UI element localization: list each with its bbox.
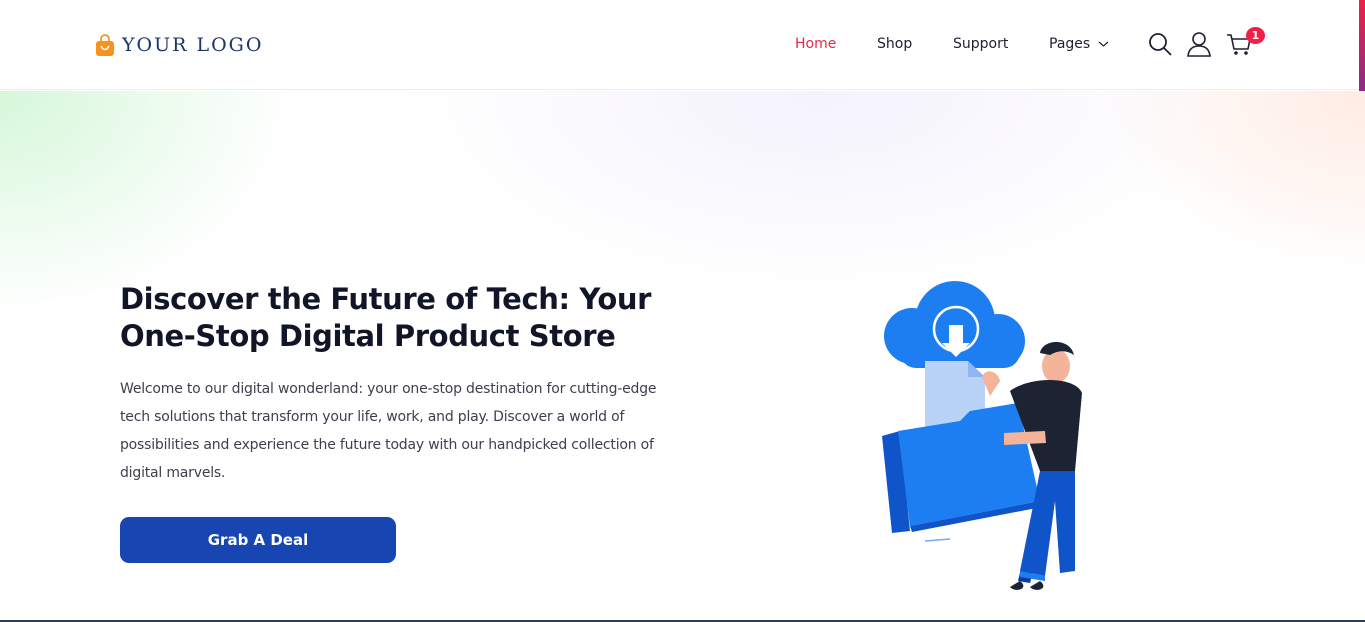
nav-shop[interactable]: Shop: [877, 36, 912, 52]
site-header: YOUR LOGO Home Shop Support Pages 1: [0, 0, 1365, 90]
hero-illustration: [882, 281, 1082, 590]
shopping-bag-icon: [96, 34, 114, 56]
search-icon[interactable]: [1147, 31, 1173, 57]
cloud-download-icon: [884, 281, 1025, 368]
cart-count-badge: 1: [1246, 27, 1265, 44]
nav-support[interactable]: Support: [953, 36, 1008, 52]
nav-pages-label: Pages: [1049, 36, 1091, 52]
page-accent-strip: [1359, 0, 1365, 92]
hero-section: Discover the Future of Tech: Your One-St…: [0, 91, 1365, 622]
nav-pages[interactable]: Pages: [1049, 36, 1109, 52]
hero-title: Discover the Future of Tech: Your One-St…: [120, 282, 651, 353]
hero-description: Welcome to our digital wonderland: your …: [120, 381, 657, 481]
grab-a-deal-button[interactable]: Grab A Deal: [120, 517, 396, 563]
nav-home[interactable]: Home: [795, 36, 836, 52]
user-icon[interactable]: [1186, 31, 1212, 57]
logo-text: YOUR LOGO: [122, 34, 264, 56]
chevron-down-icon: [1098, 41, 1109, 47]
logo[interactable]: YOUR LOGO: [95, 32, 263, 58]
